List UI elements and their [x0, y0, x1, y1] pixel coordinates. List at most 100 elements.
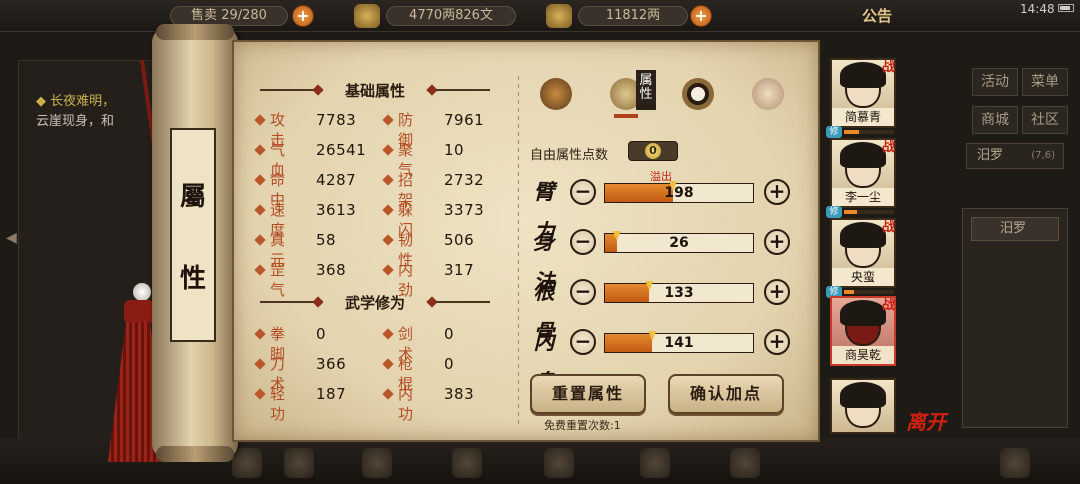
clock: 14:48 [1020, 2, 1055, 16]
stat-label: 轻功 [270, 385, 286, 423]
training-badge: 修 [826, 126, 842, 138]
free-reset-note: 免费重置次数:1 [544, 419, 621, 432]
location-list: 汨罗 [962, 208, 1068, 428]
scroll-title-char-2: 性 [179, 264, 206, 294]
constitution-plus-button[interactable]: + [764, 279, 790, 305]
hair-shape [840, 222, 886, 248]
heading-rule [260, 301, 314, 303]
stat-value: 0 [444, 355, 455, 373]
menu-community-button[interactable]: 社区 [1022, 106, 1068, 134]
menu-shop-button[interactable]: 商城 [972, 106, 1018, 134]
martial-heading: 武学修为 [260, 292, 490, 312]
bagua-icon [682, 78, 714, 110]
in-battle-badge: 战 [882, 60, 896, 75]
tab-meridians[interactable] [742, 68, 794, 120]
menu-activity-button[interactable]: 活动 [972, 68, 1018, 96]
stat-value: 4287 [316, 171, 357, 189]
tab-equipment[interactable] [530, 68, 582, 120]
exp-bar [844, 210, 894, 214]
stat-value: 26541 [316, 141, 367, 159]
heading-rule [436, 301, 490, 303]
stat-value: 0 [444, 325, 455, 343]
party-member-name: 央蛮 [832, 268, 894, 286]
stat-value: 3373 [444, 201, 485, 219]
heading-rule [260, 89, 314, 91]
location-list-item[interactable]: 汨罗 [971, 217, 1059, 241]
stat-label: 内功 [398, 385, 414, 423]
strength-minus-button[interactable]: − [570, 179, 596, 205]
bottom-menu-icon[interactable] [284, 448, 314, 478]
free-points-box: 0 [628, 141, 678, 161]
hair-shape [840, 142, 886, 168]
attr-name-breath: 内息 [533, 329, 555, 394]
in-battle-badge: 战 [882, 220, 896, 235]
meridian-body-icon [752, 78, 784, 110]
leave-button[interactable]: 离开 [906, 406, 946, 435]
strength-plus-button[interactable]: + [764, 179, 790, 205]
reset-attributes-button[interactable]: 重置属性 [530, 374, 646, 414]
bag-capacity-value: 29/280 [221, 8, 267, 23]
stat-value: 10 [444, 141, 465, 159]
bottom-menu-icon[interactable] [640, 448, 670, 478]
expand-bag-button[interactable]: + [292, 5, 314, 27]
notice-button[interactable]: 公告 [862, 5, 892, 26]
location-name: 汨罗 [977, 148, 1004, 163]
scroll-cap-top [156, 24, 234, 40]
exp-bar-fill [844, 290, 854, 294]
bottom-menu-icon[interactable] [544, 448, 574, 478]
constitution-bar: 133 [604, 281, 754, 303]
agility-bar: 26 [604, 231, 754, 253]
stat-value: 383 [444, 385, 475, 403]
in-battle-badge: 战 [882, 298, 896, 313]
breath-bar: 141 [604, 331, 754, 353]
bag-capacity-label: 售卖 [191, 8, 218, 23]
menu-main-button[interactable]: 菜单 [1022, 68, 1068, 96]
coin-icon [354, 4, 380, 28]
stat-value: 58 [316, 231, 337, 249]
bottom-menu-icon[interactable] [362, 448, 392, 478]
tassel-bead [133, 283, 151, 301]
agility-minus-button[interactable]: − [570, 229, 596, 255]
scroll-title-frame [170, 128, 216, 342]
bottom-menu-icon[interactable] [452, 448, 482, 478]
stat-value: 506 [444, 231, 475, 249]
exp-bar [844, 130, 894, 134]
gold-display: 11812两 [578, 6, 688, 26]
heading-ornament [312, 84, 324, 96]
scroll-title-char-1: 屬 [179, 182, 206, 212]
agility-plus-button[interactable]: + [764, 229, 790, 255]
hair-shape [840, 62, 886, 88]
bottom-menu-icon[interactable] [232, 448, 262, 478]
strength-value: 198 [664, 185, 694, 201]
stat-value: 3613 [316, 201, 357, 219]
attr-name-agility: 身法 [533, 229, 555, 294]
bottom-menu-icon[interactable] [730, 448, 760, 478]
location-coord: (7,6) [1031, 150, 1055, 161]
heading-ornament [312, 296, 324, 308]
bag-capacity: 售卖 29/280 [170, 6, 288, 26]
add-gold-button[interactable]: + [690, 5, 712, 27]
party-member-5[interactable] [830, 378, 896, 434]
constitution-minus-button[interactable]: − [570, 279, 596, 305]
heading-rule [436, 89, 490, 91]
tassel-knot [124, 300, 154, 324]
attr-name-constitution: 根骨 [533, 279, 555, 344]
breath-value: 141 [664, 335, 694, 351]
overflow-label: 溢出 [650, 170, 672, 183]
free-points-value: 0 [645, 143, 661, 159]
money-display: 4770两826文 [386, 6, 516, 26]
stat-value: 7783 [316, 111, 357, 129]
in-battle-badge: 战 [882, 140, 896, 155]
exp-bar-fill [844, 210, 857, 214]
basic-attributes-title: 基础属性 [344, 82, 405, 100]
tab-bagua[interactable] [672, 68, 724, 120]
collapse-arrow-icon[interactable]: ◀ [6, 230, 17, 246]
basic-attributes-heading: 基础属性 [260, 80, 490, 100]
martial-title: 武学修为 [344, 294, 405, 312]
stat-value: 317 [444, 261, 475, 279]
breath-minus-button[interactable]: − [570, 329, 596, 355]
hat-icon [540, 78, 572, 110]
confirm-points-button[interactable]: 确认加点 [668, 374, 784, 414]
breath-plus-button[interactable]: + [764, 329, 790, 355]
bottom-menu-icon[interactable] [1000, 448, 1030, 478]
